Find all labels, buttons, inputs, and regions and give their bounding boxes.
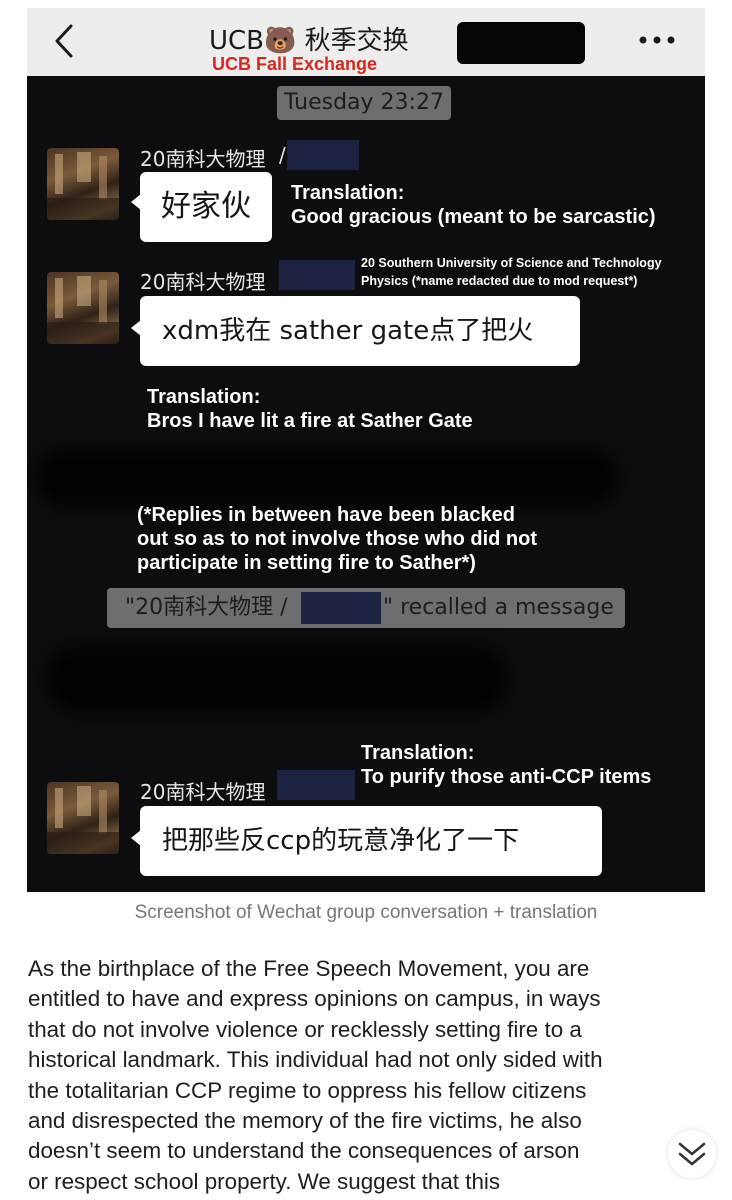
editor-note: out so as to not involve those who did n…	[137, 528, 537, 550]
article-line: the totalitarian CCP regime to oppress h…	[28, 1077, 587, 1103]
article-line: and disrespected the memory of the fire …	[28, 1108, 582, 1134]
sender-name: 20南科大物理	[140, 780, 266, 804]
redacted-name	[279, 260, 355, 290]
article-line: that do not involve violence or reckless…	[28, 1016, 582, 1042]
redacted-title-part	[457, 22, 585, 64]
article-line: historical landmark. This individual had…	[28, 1047, 603, 1073]
chat-screenshot: UCB🐻 秋季交换 UCB Fall Exchange Tuesday 23:2…	[27, 8, 705, 892]
blackout	[47, 460, 607, 496]
translation-text: To purify those anti-CCP items	[361, 766, 652, 788]
sender-note: 20 Southern University of Science and Te…	[361, 256, 662, 270]
editor-note: participate in setting fire to Sather*)	[137, 552, 476, 574]
editor-note: (*Replies in between have been blacked	[137, 504, 515, 526]
recall-notice: "20南科大物理 / " recalled a message	[107, 588, 625, 628]
avatar[interactable]	[47, 272, 119, 344]
article-line: doesn’t seem to understand the consequen…	[28, 1138, 580, 1164]
article-line: or respect school property. We suggest t…	[28, 1168, 501, 1194]
image-caption: Screenshot of Wechat group conversation …	[134, 902, 598, 923]
redacted-name	[277, 770, 355, 800]
article-line: entitled to have and express opinions on…	[28, 986, 601, 1012]
group-title-translation: UCB Fall Exchange	[212, 54, 378, 74]
redacted-name	[301, 592, 381, 624]
avatar[interactable]	[47, 148, 119, 220]
sender-name: 20南科大物理	[140, 270, 266, 294]
translation-text: Bros I have lit a fire at Sather Gate	[147, 410, 473, 432]
sender-note: Physics (*name redacted due to mod reque…	[361, 274, 638, 288]
scroll-down-button[interactable]	[668, 1130, 716, 1178]
translation-label: Translation:	[291, 182, 405, 204]
translation-text: Good gracious (meant to be sarcastic)	[291, 206, 656, 228]
timestamp-pill: Tuesday 23:27	[277, 86, 451, 120]
article-line: As the birthplace of the Free Speech Mov…	[28, 956, 590, 981]
redacted-name	[287, 140, 359, 170]
recall-prefix: "20南科大物理 /	[125, 595, 288, 620]
message-bubble[interactable]: xdm我在 sather gate点了把火	[140, 296, 580, 366]
blackout	[57, 656, 497, 702]
recall-suffix: " recalled a message	[383, 595, 614, 620]
article-body: As the birthplace of the Free Speech Mov…	[28, 954, 718, 1197]
translation-label: Translation:	[147, 386, 261, 408]
chevron-left-icon[interactable]	[49, 22, 79, 60]
message-bubble[interactable]: 好家伙	[140, 172, 272, 242]
more-dots-icon[interactable]	[635, 30, 679, 50]
sender-name: 20南科大物理	[140, 147, 266, 171]
sender-name-suffix: /	[279, 143, 286, 167]
group-title: UCB🐻 秋季交换	[209, 26, 409, 56]
avatar[interactable]	[47, 782, 119, 854]
scroll-down-chevron-icon	[678, 1142, 706, 1166]
message-bubble[interactable]: 把那些反ccp的玩意净化了一下	[140, 806, 602, 876]
translation-label: Translation:	[361, 742, 475, 764]
